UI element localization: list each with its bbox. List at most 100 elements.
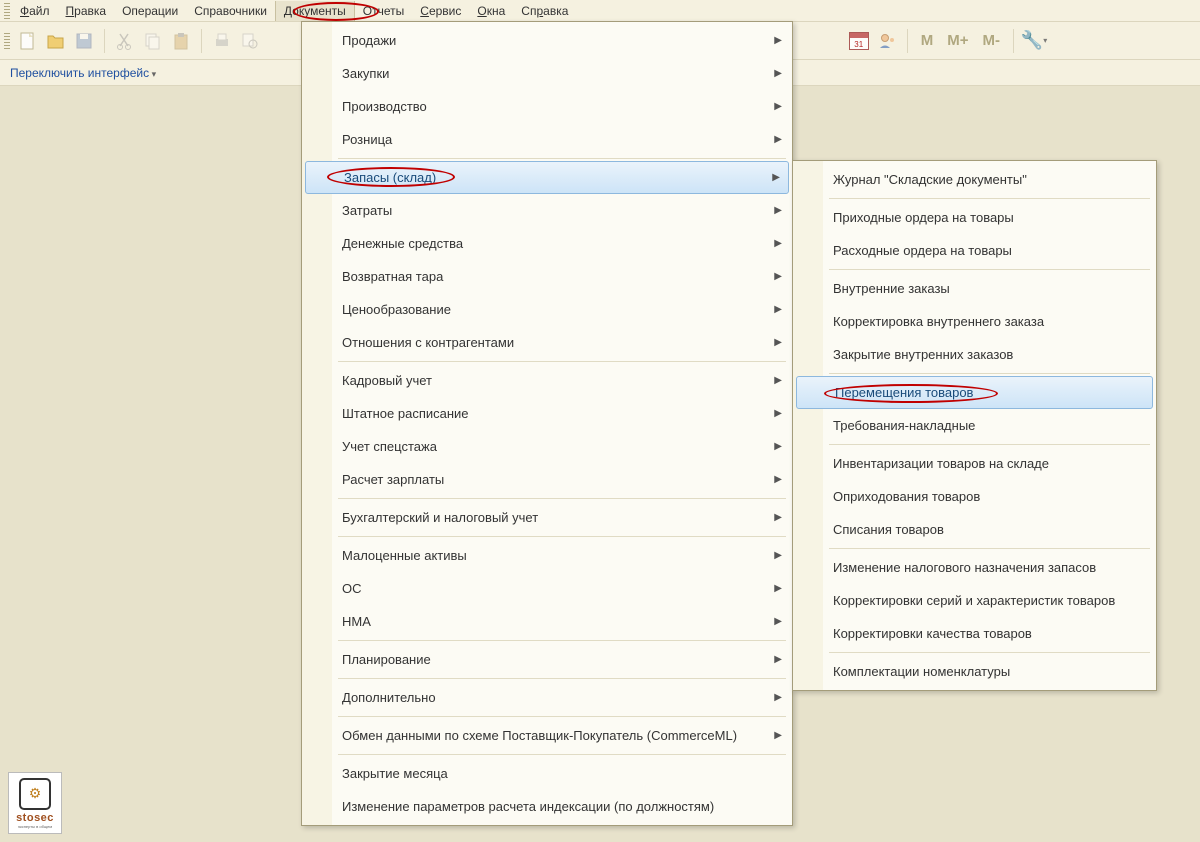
submenu-item[interactable]: Корректировка внутреннего заказа: [795, 305, 1154, 338]
submenu-item[interactable]: Закрытие внутренних заказов: [795, 338, 1154, 371]
m-minus-button[interactable]: M-: [978, 32, 1006, 49]
submenu-item[interactable]: Внутренние заказы: [795, 272, 1154, 305]
submenu-arrow-icon: ▶: [774, 654, 782, 665]
submenu-item[interactable]: Перемещения товаров: [796, 376, 1153, 409]
separator: [829, 373, 1150, 374]
open-folder-icon[interactable]: [44, 29, 68, 53]
dropdown-item[interactable]: ОС▶: [304, 572, 790, 605]
users-icon[interactable]: [875, 29, 899, 53]
menu-окна[interactable]: Окна: [469, 1, 513, 21]
separator: [829, 444, 1150, 445]
logo-subtext: эксперты в общем: [18, 824, 52, 829]
menu-файл[interactable]: Файл: [12, 1, 58, 21]
dropdown-item[interactable]: Штатное расписание▶: [304, 397, 790, 430]
dropdown-item[interactable]: Закупки▶: [304, 57, 790, 90]
separator: [338, 678, 786, 679]
dropdown-item[interactable]: Затраты▶: [304, 194, 790, 227]
documents-dropdown: Продажи▶Закупки▶Производство▶Розница▶ Зап…: [301, 21, 793, 826]
menu-правка[interactable]: Правка: [58, 1, 115, 21]
dropdown-item[interactable]: Изменение параметров расчета индексации …: [304, 790, 790, 823]
separator: [338, 716, 786, 717]
submenu-arrow-icon: ▶: [774, 583, 782, 594]
submenu-arrow-icon: ▶: [774, 730, 782, 741]
separator: [338, 536, 786, 537]
print-icon[interactable]: [210, 29, 234, 53]
submenu-arrow-icon: ▶: [774, 134, 782, 145]
dropdown-item[interactable]: Производство▶: [304, 90, 790, 123]
dropdown-item[interactable]: Продажи▶: [304, 24, 790, 57]
wrench-icon[interactable]: 🔧▾: [1022, 29, 1046, 53]
submenu-arrow-icon: ▶: [774, 238, 782, 249]
dropdown-item[interactable]: Закрытие месяца: [304, 757, 790, 790]
dropdown-item[interactable]: Дополнительно▶: [304, 681, 790, 714]
submenu-item[interactable]: Расходные ордера на товары: [795, 234, 1154, 267]
submenu-arrow-icon: ▶: [774, 68, 782, 79]
separator: [338, 498, 786, 499]
submenu-item[interactable]: Инвентаризации товаров на складе: [795, 447, 1154, 480]
copy-icon[interactable]: [141, 29, 165, 53]
separator: [829, 548, 1150, 549]
submenu-arrow-icon: ▶: [774, 408, 782, 419]
separator: [1013, 29, 1014, 53]
separator: [338, 361, 786, 362]
submenu-arrow-icon: ▶: [774, 304, 782, 315]
dropdown-item[interactable]: Ценообразование▶: [304, 293, 790, 326]
separator: [829, 652, 1150, 653]
menu-справка[interactable]: Справка: [513, 1, 576, 21]
menu-документы[interactable]: Документы: [275, 1, 355, 21]
cut-icon[interactable]: [113, 29, 137, 53]
submenu-arrow-icon: ▶: [774, 337, 782, 348]
separator: [829, 198, 1150, 199]
submenu-item[interactable]: Приходные ордера на товары: [795, 201, 1154, 234]
submenu-item[interactable]: Корректировки серий и характеристик това…: [795, 584, 1154, 617]
dropdown-item[interactable]: Возвратная тара▶: [304, 260, 790, 293]
dropdown-item[interactable]: Учет спецстажа▶: [304, 430, 790, 463]
submenu-item[interactable]: Комплектации номенклатуры: [795, 655, 1154, 688]
menu-операции[interactable]: Операции: [114, 1, 186, 21]
dropdown-item[interactable]: Запасы (склад)▶: [305, 161, 789, 194]
submenu-arrow-icon: ▶: [774, 512, 782, 523]
menubar-grip: [4, 3, 10, 19]
dropdown-item[interactable]: Отношения с контрагентами▶: [304, 326, 790, 359]
menu-сервис[interactable]: Сервис: [412, 1, 469, 21]
submenu-item[interactable]: Оприходования товаров: [795, 480, 1154, 513]
interface-switcher[interactable]: Переключить интерфейс: [10, 66, 156, 80]
separator: [907, 29, 908, 53]
logo-text: stosec: [16, 812, 54, 824]
dropdown-item[interactable]: Обмен данными по схеме Поставщик-Покупат…: [304, 719, 790, 752]
submenu-arrow-icon: ▶: [774, 101, 782, 112]
save-disk-icon[interactable]: [72, 29, 96, 53]
paste-icon[interactable]: [169, 29, 193, 53]
dropdown-item[interactable]: Расчет зарплаты▶: [304, 463, 790, 496]
toolbar-grip: [4, 33, 10, 49]
separator: [338, 754, 786, 755]
submenu-arrow-icon: ▶: [774, 205, 782, 216]
calendar-icon[interactable]: 31: [847, 29, 871, 53]
m-button[interactable]: M: [916, 32, 939, 49]
submenu-item[interactable]: Изменение налогового назначения запасов: [795, 551, 1154, 584]
submenu-arrow-icon: ▶: [772, 172, 780, 183]
submenu-item[interactable]: Списания товаров: [795, 513, 1154, 546]
new-doc-icon[interactable]: [16, 29, 40, 53]
m-plus-button[interactable]: M+: [942, 32, 973, 49]
separator: [201, 29, 202, 53]
dropdown-item[interactable]: НМА▶: [304, 605, 790, 638]
dropdown-item[interactable]: Розница▶: [304, 123, 790, 156]
print-preview-icon[interactable]: [238, 29, 262, 53]
menu-справочники[interactable]: Справочники: [186, 1, 275, 21]
submenu-arrow-icon: ▶: [774, 616, 782, 627]
submenu-arrow-icon: ▶: [774, 692, 782, 703]
separator: [104, 29, 105, 53]
submenu-item[interactable]: Журнал "Складские документы": [795, 163, 1154, 196]
dropdown-item[interactable]: Бухгалтерский и налоговый учет▶: [304, 501, 790, 534]
submenu-item[interactable]: Требования-накладные: [795, 409, 1154, 442]
submenu-arrow-icon: ▶: [774, 550, 782, 561]
submenu-item[interactable]: Корректировки качества товаров: [795, 617, 1154, 650]
dropdown-item[interactable]: Малоценные активы▶: [304, 539, 790, 572]
submenu-arrow-icon: ▶: [774, 474, 782, 485]
menu-отчеты[interactable]: Отчеты: [355, 1, 412, 21]
dropdown-item[interactable]: Кадровый учет▶: [304, 364, 790, 397]
dropdown-item[interactable]: Планирование▶: [304, 643, 790, 676]
submenu-arrow-icon: ▶: [774, 35, 782, 46]
dropdown-item[interactable]: Денежные средства▶: [304, 227, 790, 260]
